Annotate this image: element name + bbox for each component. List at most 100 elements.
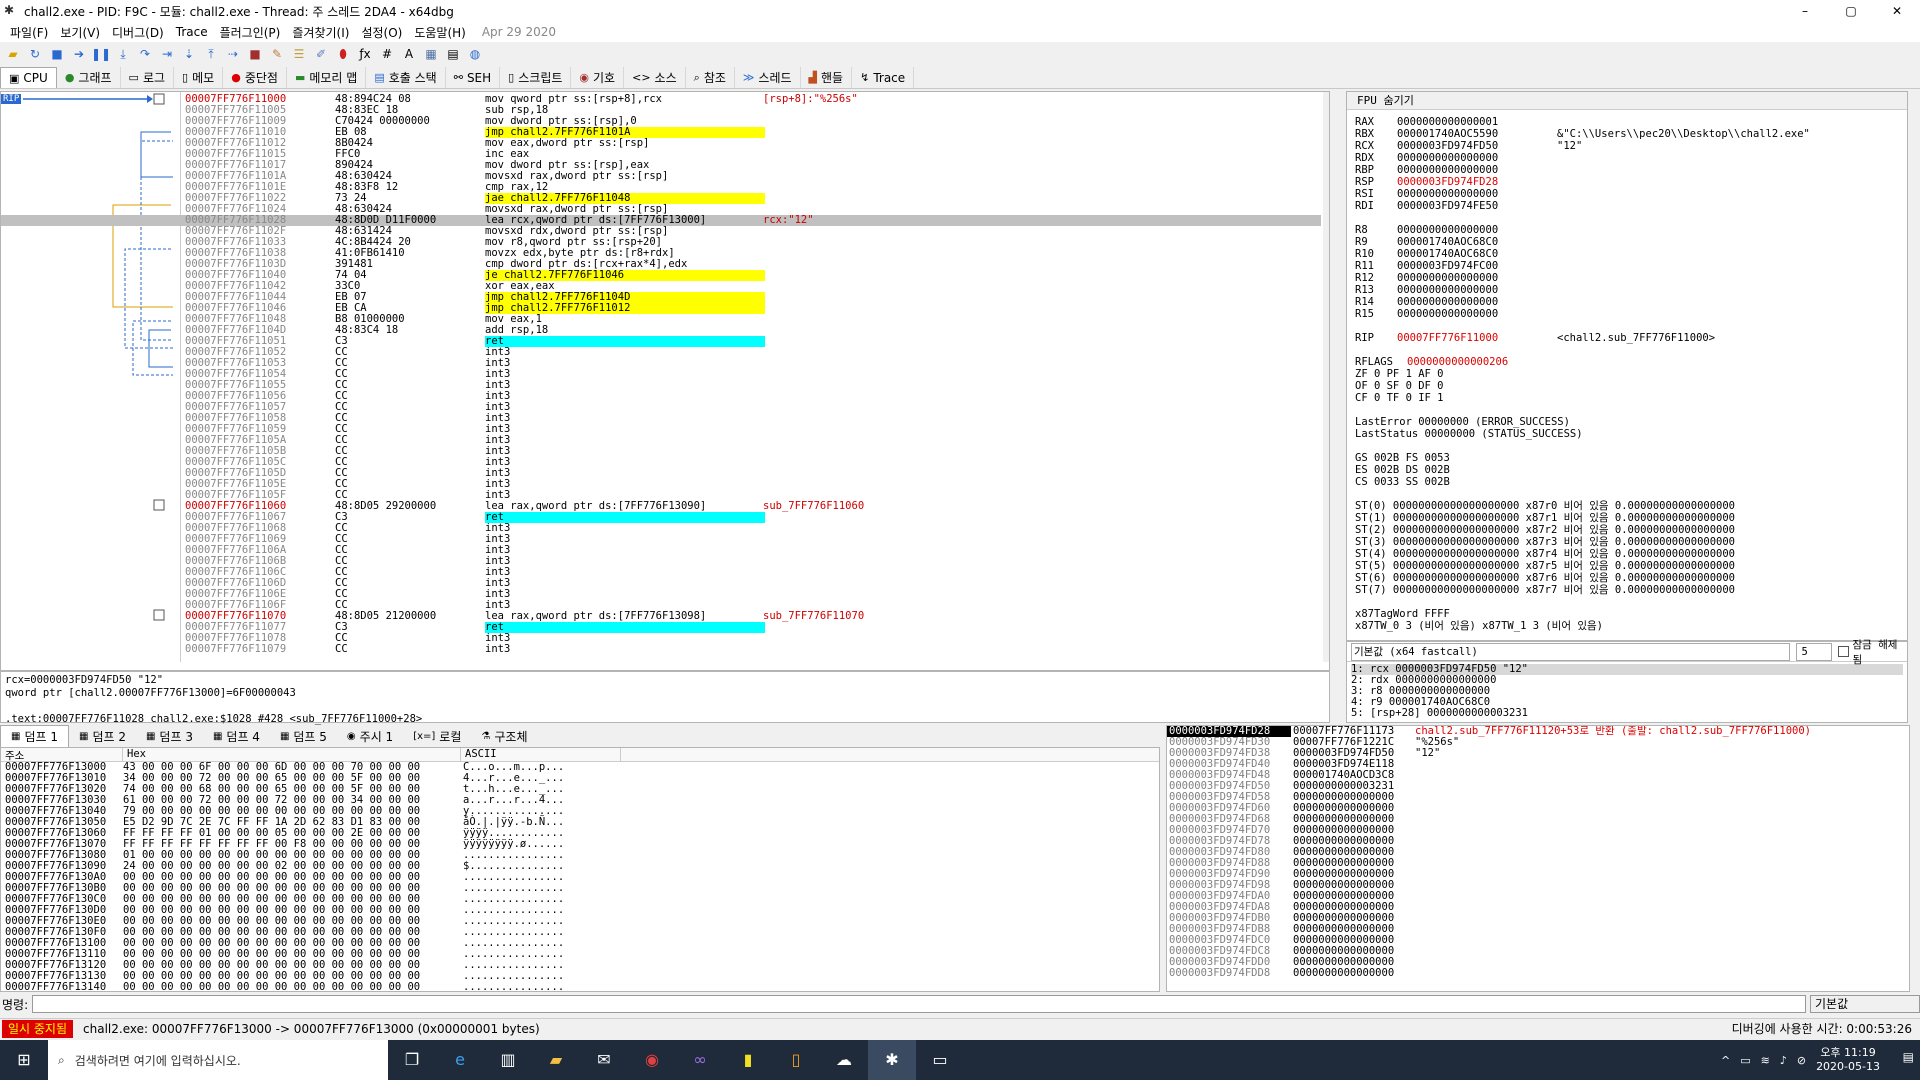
stack-row[interactable]: 0000003FD974FDC8 0000000000000000 xyxy=(1167,946,1909,957)
stack-row[interactable]: 0000003FD974FDD0 0000000000000000 xyxy=(1167,957,1909,968)
maximize-button[interactable]: ▢ xyxy=(1828,0,1874,22)
show-hidden-icons-icon[interactable]: ^ xyxy=(1721,1054,1730,1067)
segment-text[interactable]: GS 002B FS 0053 xyxy=(1355,452,1450,464)
restart-icon[interactable]: ↻ xyxy=(26,45,44,63)
stack-row[interactable]: 0000003FD974FDC0 0000000000000000 xyxy=(1167,935,1909,946)
pause-icon[interactable]: ❚❚ xyxy=(91,45,111,63)
visual-studio-icon[interactable]: ∞ xyxy=(676,1040,724,1080)
fpu-st-text[interactable]: ST(2) 00000000000000000000 x87r2 비어 있음 0… xyxy=(1355,524,1735,536)
fpu-st-text[interactable]: ST(4) 00000000000000000000 x87r4 비어 있음 0… xyxy=(1355,548,1735,560)
register-value[interactable]: 0000000000000000 xyxy=(1397,164,1557,176)
register-value[interactable]: 0000000000000000 xyxy=(1397,308,1557,320)
dump-tab[interactable]: ▦ 덤프 1 xyxy=(0,725,69,747)
lock-checkbox[interactable] xyxy=(1838,646,1850,657)
stop-icon[interactable]: ■ xyxy=(48,45,66,63)
edge-icon[interactable]: e xyxy=(436,1040,484,1080)
tab-script[interactable]: ▯ 스크립트 xyxy=(500,67,572,88)
disassembly-view[interactable]: RIP 00007FF776F11000 48:894C24 08 mov qwor… xyxy=(0,91,1330,671)
clock[interactable]: 오후 11:19 2020-05-13 xyxy=(1816,1046,1880,1074)
dump-view[interactable]: 주소 Hex ASCII 00007FF776F13000 43 00 00 00… xyxy=(0,747,1160,992)
tab-memory-map[interactable]: ▬ 메모리 맵 xyxy=(287,67,367,88)
register-value[interactable]: 0000000000000000 xyxy=(1397,188,1557,200)
tab-seh[interactable]: ⚯ SEH xyxy=(446,67,501,88)
step-into-icon[interactable]: ⤓ xyxy=(114,45,132,63)
menu-help[interactable]: 도움말(H) xyxy=(408,24,472,41)
fpu-st-text[interactable]: ST(1) 00000000000000000000 x87r1 비어 있음 0… xyxy=(1355,512,1735,524)
tab-call-stack[interactable]: ▤ 호출 스택 xyxy=(366,67,446,88)
segment-text[interactable]: ES 002B DS 002B xyxy=(1355,464,1450,476)
fpu-st-text[interactable]: ST(0) 00000000000000000000 x87r0 비어 있음 0… xyxy=(1355,500,1735,512)
register-value[interactable]: 000001740AOC68C0 xyxy=(1397,236,1557,248)
bookmark-icon[interactable]: ⬮ xyxy=(334,45,352,63)
comment-icon[interactable]: ☰ xyxy=(290,45,308,63)
stack-row[interactable]: 0000003FD974FD90 0000000000000000 xyxy=(1167,869,1909,880)
kakaotalk-icon[interactable]: ▮ xyxy=(724,1040,772,1080)
flags-text[interactable]: ZF 0 PF 1 AF 0 xyxy=(1355,368,1444,380)
stack-row[interactable]: 0000003FD974FDA0 0000000000000000 xyxy=(1167,891,1909,902)
fpu-st-text[interactable]: ST(3) 00000000000000000000 x87r3 비어 있음 0… xyxy=(1355,536,1735,548)
run-icon[interactable]: ➔ xyxy=(70,45,88,63)
stack-row[interactable]: 0000003FD974FD78 0000000000000000 xyxy=(1167,836,1909,847)
minimize-button[interactable]: – xyxy=(1782,0,1828,22)
segment-text[interactable]: CS 0033 SS 002B xyxy=(1355,476,1450,488)
dump-tab[interactable]: ▦ 덤프 5 xyxy=(270,725,337,747)
stack-row[interactable]: 0000003FD974FD28 00007FF776F11173 chall2.s… xyxy=(1167,726,1909,737)
ime-icon[interactable]: ⊘ xyxy=(1797,1054,1806,1067)
hash-icon[interactable]: # xyxy=(378,45,396,63)
calling-convention-select[interactable]: 기본값 (x64 fastcall) xyxy=(1351,642,1791,661)
register-value[interactable]: 00007FF776F11000 xyxy=(1397,332,1557,344)
stack-row[interactable]: 0000003FD974FD30 00007FF776F1221C "%256s" xyxy=(1167,737,1909,748)
menu-options[interactable]: 설정(O) xyxy=(355,24,408,41)
file-explorer-icon[interactable]: ▰ xyxy=(532,1040,580,1080)
menu-view[interactable]: 보기(V) xyxy=(54,24,106,41)
stack-row[interactable]: 0000003FD974FD98 0000000000000000 xyxy=(1167,880,1909,891)
register-value[interactable]: 0000003FD974FC00 xyxy=(1397,260,1557,272)
notification-icon[interactable]: ▤ xyxy=(1903,1050,1914,1064)
menu-debug[interactable]: 디버그(D) xyxy=(106,24,170,41)
tab-log[interactable]: ▭ 로그 xyxy=(121,67,175,88)
function-icon[interactable]: ƒx xyxy=(356,45,374,63)
register-value[interactable]: 0000000000000000 xyxy=(1397,284,1557,296)
trace-into-icon[interactable]: ⇥ xyxy=(158,45,176,63)
flags-text[interactable]: OF 0 SF 0 DF 0 xyxy=(1355,380,1444,392)
register-value[interactable]: 000001740AOC5590 xyxy=(1397,128,1557,140)
store-icon[interactable]: ▥ xyxy=(484,1040,532,1080)
app-icon[interactable]: ☁ xyxy=(820,1040,868,1080)
step-over-icon[interactable]: ↷ xyxy=(136,45,154,63)
fpu-st-text[interactable]: ST(5) 00000000000000000000 x87r5 비어 있음 0… xyxy=(1355,560,1735,572)
stack-row[interactable]: 0000003FD974FDD8 0000000000000000 xyxy=(1167,968,1909,979)
command-mode-select[interactable]: 기본값 xyxy=(1810,995,1920,1013)
command-input[interactable] xyxy=(32,995,1806,1013)
argument-line[interactable]: 5: [rsp+28] 0000000000003231 xyxy=(1351,708,1903,719)
stack-row[interactable]: 0000003FD974FD50 0000000000003231 xyxy=(1167,781,1909,792)
stack-row[interactable]: 0000003FD974FDA8 0000000000000000 xyxy=(1167,902,1909,913)
register-value[interactable]: 0000000000000000 xyxy=(1397,272,1557,284)
run-to-user-code-icon[interactable]: ⇢ xyxy=(224,45,242,63)
dump-tab[interactable]: ▦ 덤프 3 xyxy=(136,725,203,747)
dump-tab[interactable]: ⚗ 구조체 xyxy=(471,725,537,747)
dump-row[interactable]: 00007FF776F13140 00 00 00 00 00 00 00 00 … xyxy=(1,982,1159,992)
app-icon[interactable]: ▯ xyxy=(772,1040,820,1080)
stack-row[interactable]: 0000003FD974FD88 0000000000000000 xyxy=(1167,858,1909,869)
stack-row[interactable]: 0000003FD974FDB0 0000000000000000 xyxy=(1167,913,1909,924)
menu-favourites[interactable]: 즐겨찾기(I) xyxy=(286,24,355,41)
dump-tab[interactable]: ◉ 주시 1 xyxy=(337,725,403,747)
tab-notes[interactable]: ▯ 메모 xyxy=(174,67,224,88)
trace-over-icon[interactable]: ⇣ xyxy=(180,45,198,63)
battery-icon[interactable]: ▭ xyxy=(1740,1054,1750,1067)
x64dbg-icon[interactable]: ✱ xyxy=(868,1040,916,1080)
close-button[interactable]: ✕ xyxy=(1874,0,1920,22)
tab-threads[interactable]: ≫ 스레드 xyxy=(735,67,801,88)
tab-cpu[interactable]: ▣ CPU xyxy=(0,67,57,88)
tab-symbols[interactable]: ◉ 기호 xyxy=(571,67,625,88)
register-value[interactable]: 0000000000000206 xyxy=(1407,356,1508,368)
dump-header-hex[interactable]: Hex xyxy=(123,748,461,761)
execute-till-return-icon[interactable]: ⤒ xyxy=(202,45,220,63)
chrome-icon[interactable]: ◉ xyxy=(628,1040,676,1080)
stack-row[interactable]: 0000003FD974FD60 0000000000000000 xyxy=(1167,803,1909,814)
tab-handles[interactable]: ▟ 핸들 xyxy=(801,67,853,88)
stack-row[interactable]: 0000003FD974FD38 0000003FD974FD50 "12" xyxy=(1167,748,1909,759)
stack-row[interactable]: 0000003FD974FD68 0000000000000000 xyxy=(1167,814,1909,825)
tab-breakpoints[interactable]: ● 중단점 xyxy=(223,67,287,88)
wifi-icon[interactable]: ≋ xyxy=(1761,1054,1770,1067)
